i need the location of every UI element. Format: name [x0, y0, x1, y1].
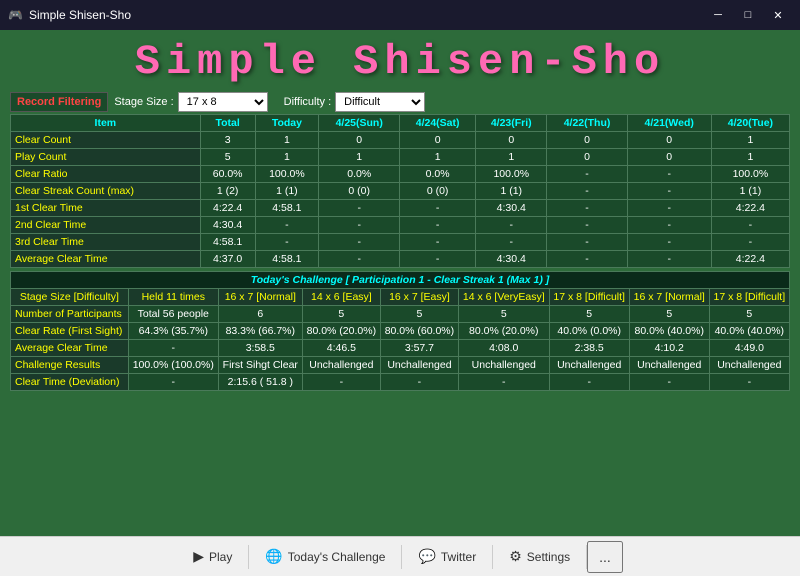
maximize-button[interactable]: □	[734, 4, 762, 26]
ch-col-6: 16 x 7 [Normal]	[629, 289, 709, 306]
ch-col-4: 14 x 6 [VeryEasy]	[458, 289, 549, 306]
table-row: Clear Count 3 1 0 0 0 0 0 1	[11, 132, 790, 149]
stage-size-select[interactable]: 17 x 8 16 x 7 14 x 6	[178, 92, 268, 112]
record-filtering-label: Record Filtering	[10, 92, 108, 112]
challenge-button[interactable]: 🌐 Today's Challenge	[249, 542, 401, 571]
play-icon: ▶	[193, 548, 204, 565]
table-row: Clear Rate (First Sight) 64.3% (35.7%) 8…	[11, 323, 790, 340]
play-label: Play	[209, 550, 232, 564]
table-row: Clear Streak Count (max) 1 (2) 1 (1) 0 (…	[11, 183, 790, 200]
stage-size-label: Stage Size :	[114, 96, 173, 108]
challenge-label: Today's Challenge	[288, 550, 386, 564]
titlebar-controls: ─ □ ✕	[704, 4, 792, 26]
col-item: Item	[11, 115, 201, 132]
difficulty-label: Difficulty :	[284, 96, 331, 108]
difficulty-select[interactable]: Difficult Normal Easy VeryEasy	[335, 92, 425, 112]
main-table-header: Item Total Today 4/25(Sun) 4/24(Sat) 4/2…	[11, 115, 790, 132]
play-button[interactable]: ▶ Play	[177, 542, 248, 571]
settings-label: Settings	[527, 550, 570, 564]
table-row: Number of Participants Total 56 people 6…	[11, 306, 790, 323]
col-421: 4/21(Wed)	[627, 115, 711, 132]
tables-area: Record Filtering Stage Size : 17 x 8 16 …	[10, 92, 790, 531]
table-row: Clear Time (Deviation) - 2:15.6 ( 51.8 )…	[11, 374, 790, 391]
ch-col-held: Held 11 times	[128, 289, 218, 306]
settings-icon: ⚙	[509, 548, 522, 565]
difficulty-group: Difficulty : Difficult Normal Easy VeryE…	[284, 92, 425, 112]
table-row: 3rd Clear Time 4:58.1 - - - - - - -	[11, 234, 790, 251]
challenge-header-row: Today's Challenge [ Participation 1 - Cl…	[11, 272, 790, 289]
titlebar: 🎮 Simple Shisen-Sho ─ □ ✕	[0, 0, 800, 30]
ch-col-3: 16 x 7 [Easy]	[380, 289, 458, 306]
settings-button[interactable]: ⚙ Settings	[493, 542, 586, 571]
ch-col-7: 17 x 8 [Difficult]	[709, 289, 789, 306]
ch-col-1: 16 x 7 [Normal]	[218, 289, 302, 306]
filter-bar: Record Filtering Stage Size : 17 x 8 16 …	[10, 92, 790, 112]
table-row: Challenge Results 100.0% (100.0%) First …	[11, 357, 790, 374]
table-row: 2nd Clear Time 4:30.4 - - - - - - -	[11, 217, 790, 234]
app-title: Simple Shisen-Sho	[10, 30, 790, 92]
twitter-label: Twitter	[441, 550, 476, 564]
main-stats-table: Item Total Today 4/25(Sun) 4/24(Sat) 4/2…	[10, 114, 790, 268]
app-icon: 🎮	[8, 8, 23, 22]
more-button[interactable]: ...	[587, 541, 623, 573]
ch-col-0: Stage Size [Difficulty]	[11, 289, 129, 306]
close-button[interactable]: ✕	[764, 4, 792, 26]
col-424: 4/24(Sat)	[400, 115, 476, 132]
twitter-button[interactable]: 💬 Twitter	[402, 542, 492, 571]
table-row: Average Clear Time 4:37.0 4:58.1 - - 4:3…	[11, 251, 790, 268]
main-content: Simple Shisen-Sho Record Filtering Stage…	[0, 30, 800, 536]
twitter-icon: 💬	[418, 548, 435, 565]
minimize-button[interactable]: ─	[704, 4, 732, 26]
col-423: 4/23(Fri)	[476, 115, 547, 132]
ch-col-2: 14 x 6 [Easy]	[302, 289, 380, 306]
ch-col-5: 17 x 8 [Difficult]	[549, 289, 629, 306]
col-422: 4/22(Thu)	[547, 115, 627, 132]
table-row: 1st Clear Time 4:22.4 4:58.1 - - 4:30.4 …	[11, 200, 790, 217]
titlebar-left: 🎮 Simple Shisen-Sho	[8, 8, 131, 22]
stage-size-group: Stage Size : 17 x 8 16 x 7 14 x 6	[114, 92, 267, 112]
col-425: 4/25(Sun)	[319, 115, 400, 132]
col-420: 4/20(Tue)	[711, 115, 789, 132]
challenge-table: Today's Challenge [ Participation 1 - Cl…	[10, 271, 790, 391]
col-today: Today	[255, 115, 319, 132]
table-row: Clear Ratio 60.0% 100.0% 0.0% 0.0% 100.0…	[11, 166, 790, 183]
bottom-bar: ▶ Play 🌐 Today's Challenge 💬 Twitter ⚙ S…	[0, 536, 800, 576]
challenge-icon: 🌐	[265, 548, 282, 565]
window-title: Simple Shisen-Sho	[29, 8, 131, 22]
challenge-header: Today's Challenge [ Participation 1 - Cl…	[11, 272, 790, 289]
table-row: Play Count 5 1 1 1 1 0 0 1	[11, 149, 790, 166]
col-total: Total	[200, 115, 255, 132]
table-row: Average Clear Time - 3:58.5 4:46.5 3:57.…	[11, 340, 790, 357]
challenge-subheader: Stage Size [Difficulty] Held 11 times 16…	[11, 289, 790, 306]
